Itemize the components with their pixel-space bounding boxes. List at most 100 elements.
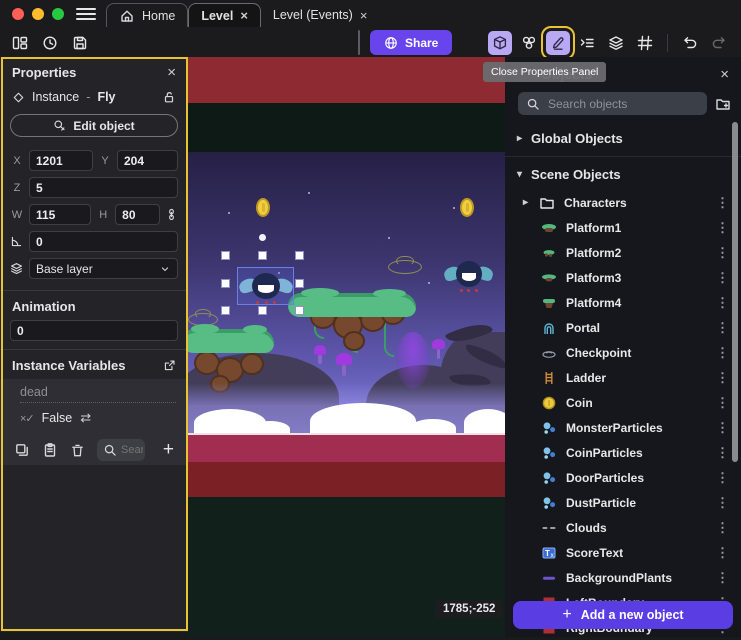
resize-handle[interactable]: [295, 251, 304, 260]
close-properties-icon[interactable]: ×: [167, 65, 176, 80]
variable-search-input[interactable]: [121, 444, 143, 456]
open-panels-icon[interactable]: [8, 31, 32, 55]
history-icon[interactable]: [38, 31, 62, 55]
close-window-button[interactable]: [12, 8, 24, 20]
height-input[interactable]: [115, 204, 160, 225]
copy-icon[interactable]: [14, 442, 30, 458]
objects-scrollbar[interactable]: [732, 122, 738, 462]
object-row[interactable]: Portal⋮: [505, 315, 741, 340]
object-label: MonsterParticles: [566, 421, 712, 435]
width-input[interactable]: [29, 204, 91, 225]
minimize-window-button[interactable]: [32, 8, 44, 20]
object-row[interactable]: MonsterParticles⋮: [505, 415, 741, 440]
global-objects-section[interactable]: ▸ Global Objects: [505, 123, 741, 154]
object-label: Platform4: [566, 296, 712, 310]
resize-handle[interactable]: [258, 306, 267, 315]
object-row[interactable]: ▸Characters⋮: [505, 190, 741, 215]
instances-list-icon[interactable]: [575, 31, 599, 55]
add-object-button[interactable]: + Add a new object: [513, 601, 733, 629]
z-input[interactable]: [29, 177, 178, 198]
add-folder-icon[interactable]: [715, 96, 731, 112]
scene-canvas[interactable]: 1785;-252: [188, 57, 505, 637]
object-menu-button[interactable]: ⋮: [712, 495, 733, 511]
trash-icon[interactable]: [70, 443, 85, 458]
scene-objects-section[interactable]: ▾ Scene Objects: [505, 159, 741, 190]
share-button[interactable]: Share: [370, 30, 452, 55]
variable-value-row[interactable]: ×✓ False ⇄: [20, 410, 176, 426]
selection-box[interactable]: [237, 267, 294, 305]
close-tab-icon[interactable]: ×: [240, 8, 248, 23]
object-row[interactable]: Platform3⋮: [505, 265, 741, 290]
grid-icon[interactable]: [633, 31, 657, 55]
object-menu-button[interactable]: ⋮: [712, 195, 733, 211]
tab-home[interactable]: Home: [106, 3, 188, 27]
object-menu-button[interactable]: ⋮: [712, 445, 733, 461]
toggle-3d-view-icon[interactable]: [488, 31, 512, 55]
zoom-in-icon[interactable]: [736, 31, 741, 55]
undo-icon[interactable]: [678, 31, 702, 55]
lock-ratio-icon[interactable]: [165, 208, 178, 221]
object-row[interactable]: Platform1⋮: [505, 215, 741, 240]
object-row[interactable]: Platform2⋮: [505, 240, 741, 265]
object-menu-button[interactable]: ⋮: [712, 295, 733, 311]
object-row[interactable]: CoinParticles⋮: [505, 440, 741, 465]
object-menu-button[interactable]: ⋮: [712, 420, 733, 436]
x-input[interactable]: [29, 150, 93, 171]
unlock-icon[interactable]: [162, 90, 176, 104]
object-menu-button[interactable]: ⋮: [712, 270, 733, 286]
tab-level[interactable]: Level ×: [188, 3, 261, 27]
objects-panel-icon[interactable]: [517, 31, 541, 55]
resize-handle[interactable]: [295, 306, 304, 315]
object-row[interactable]: DustParticle⋮: [505, 490, 741, 515]
variable-name[interactable]: dead: [20, 385, 176, 403]
preview-button[interactable]: Preview: [358, 30, 360, 55]
chevron-right-icon[interactable]: ▸: [523, 197, 539, 208]
object-row[interactable]: TxScoreText⋮: [505, 540, 741, 565]
add-variable-button[interactable]: +: [163, 439, 176, 461]
edit-object-button[interactable]: Edit object: [10, 114, 178, 137]
object-menu-button[interactable]: ⋮: [712, 395, 733, 411]
zoom-window-button[interactable]: [52, 8, 64, 20]
tab-level-events[interactable]: Level (Events) ×: [261, 3, 380, 27]
object-row[interactable]: Clouds⋮: [505, 515, 741, 540]
angle-input[interactable]: [29, 231, 178, 252]
resize-handle[interactable]: [258, 251, 267, 260]
close-objects-icon[interactable]: ×: [720, 67, 729, 82]
save-icon[interactable]: [68, 31, 92, 55]
object-menu-button[interactable]: ⋮: [712, 245, 733, 261]
resize-handle[interactable]: [221, 306, 230, 315]
resize-handle[interactable]: [221, 279, 230, 288]
object-row[interactable]: BackgroundPlants⋮: [505, 565, 741, 590]
layers-icon[interactable]: [604, 31, 628, 55]
objects-search[interactable]: [518, 92, 707, 115]
object-menu-button[interactable]: ⋮: [712, 370, 733, 386]
menu-icon[interactable]: [76, 6, 96, 22]
object-row[interactable]: Platform4⋮: [505, 290, 741, 315]
edit-object-icon: [53, 119, 66, 132]
object-row[interactable]: Coin⋮: [505, 390, 741, 415]
object-label: Platform1: [566, 221, 712, 235]
resize-handle[interactable]: [221, 251, 230, 260]
object-row[interactable]: Ladder⋮: [505, 365, 741, 390]
object-row[interactable]: Checkpoint⋮: [505, 340, 741, 365]
object-menu-button[interactable]: ⋮: [712, 220, 733, 236]
object-menu-button[interactable]: ⋮: [712, 520, 733, 536]
properties-panel-icon[interactable]: [546, 31, 570, 55]
object-menu-button[interactable]: ⋮: [712, 470, 733, 486]
y-input[interactable]: [117, 150, 178, 171]
object-menu-button[interactable]: ⋮: [712, 545, 733, 561]
resize-handle[interactable]: [295, 279, 304, 288]
object-row[interactable]: DoorParticles⋮: [505, 465, 741, 490]
objects-search-input[interactable]: [548, 97, 699, 111]
layer-select[interactable]: Base layer: [29, 258, 178, 279]
animation-input[interactable]: [10, 320, 178, 341]
object-menu-button[interactable]: ⋮: [712, 570, 733, 586]
object-menu-button[interactable]: ⋮: [712, 320, 733, 336]
paste-icon[interactable]: [42, 442, 58, 458]
toggle-value-icon[interactable]: ⇄: [80, 410, 91, 426]
open-variables-icon[interactable]: [163, 359, 176, 372]
close-tab-icon[interactable]: ×: [360, 8, 368, 23]
redo-icon[interactable]: [707, 31, 731, 55]
object-menu-button[interactable]: ⋮: [712, 345, 733, 361]
variable-search[interactable]: [97, 439, 145, 461]
